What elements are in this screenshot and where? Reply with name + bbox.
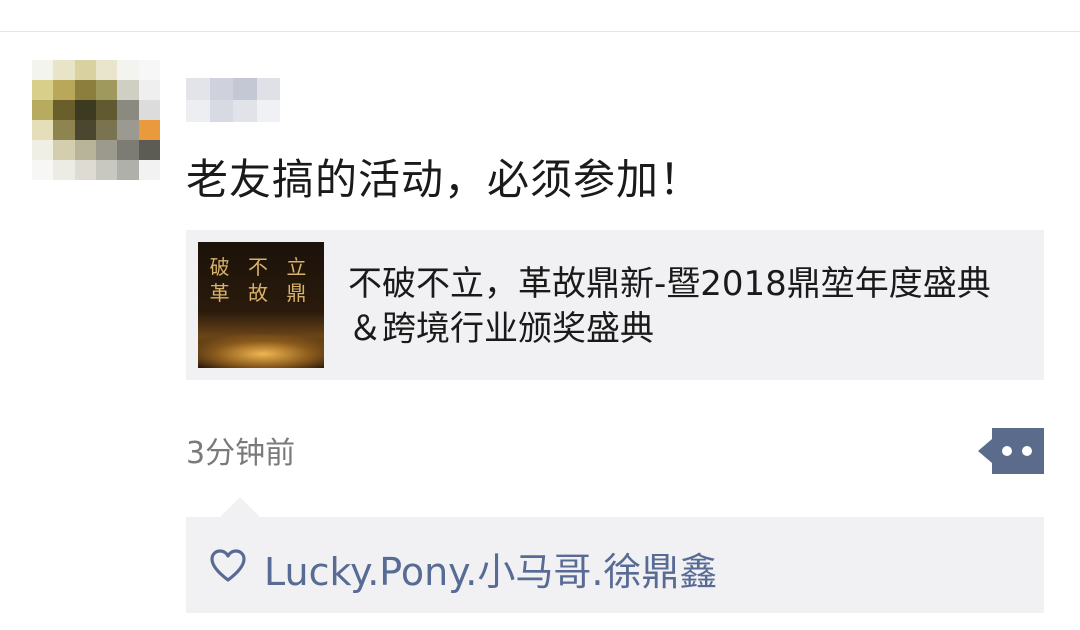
shared-link-thumbnail: 破 不 立 革 故 鼎 <box>198 242 324 368</box>
top-divider <box>0 31 1080 32</box>
shared-link-card[interactable]: 破 不 立 革 故 鼎 不破不立，革故鼎新-暨2018鼎堃年度盛典＆跨境行业颁奖… <box>186 230 1044 380</box>
heart-outline-icon <box>210 549 246 582</box>
post-text: 老友搞的活动，必须参加！ <box>186 155 703 204</box>
thumbnail-glow <box>198 334 324 368</box>
username-blurred[interactable] <box>186 78 280 122</box>
likes-panel: Lucky.Pony.小马哥.徐鼎鑫 <box>186 497 1044 613</box>
shared-link-title: 不破不立，革故鼎新-暨2018鼎堃年度盛典＆跨境行业颁奖盛典 <box>348 264 991 349</box>
comment-more-icon[interactable] <box>978 428 1044 474</box>
post-timestamp: 3分钟前 <box>186 436 296 471</box>
thumbnail-title: 破 不 立 革 故 鼎 <box>209 255 313 305</box>
liker-names[interactable]: Lucky.Pony.小马哥.徐鼎鑫 <box>264 541 717 596</box>
avatar[interactable] <box>32 60 160 180</box>
